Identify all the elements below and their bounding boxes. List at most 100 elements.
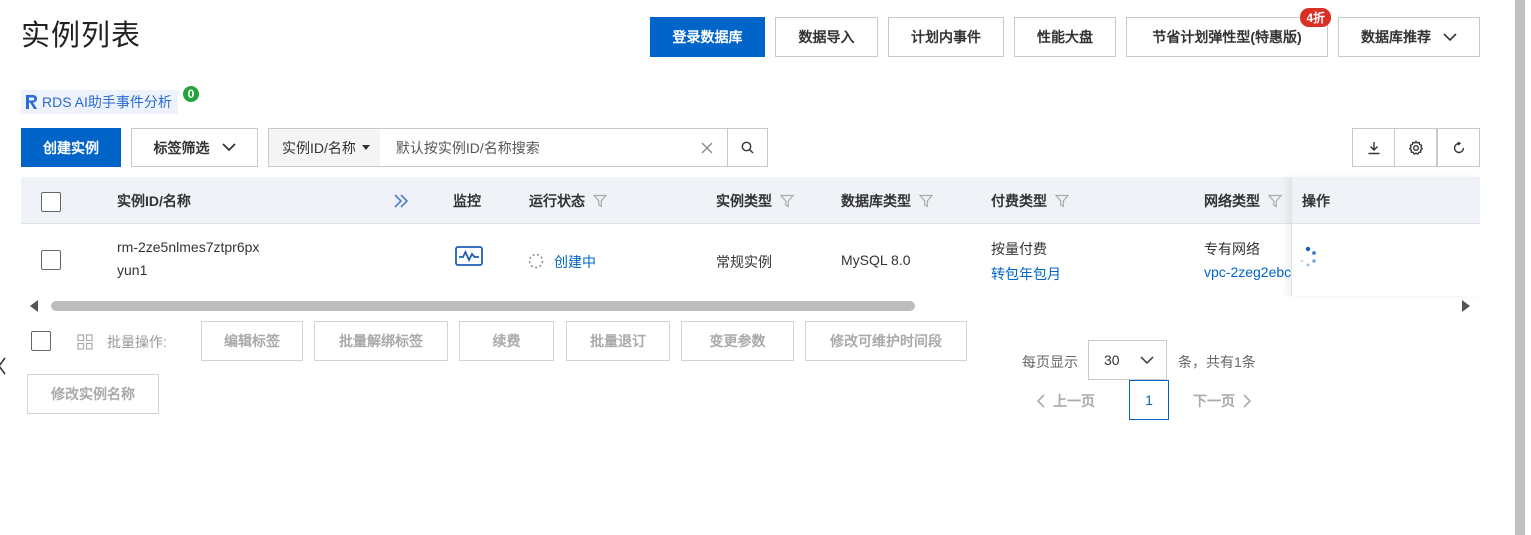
filter-icon[interactable]: [919, 194, 933, 208]
column-network-type: 网络类型: [1204, 191, 1282, 211]
row-checkbox[interactable]: [41, 250, 61, 270]
database-recommend-label: 数据库推荐: [1361, 29, 1431, 45]
page-size-select[interactable]: 30: [1088, 340, 1167, 380]
tag-filter-label: 标签筛选: [153, 139, 210, 156]
bulk-operations-label: 批量操作:: [107, 334, 167, 350]
filter-icon[interactable]: [593, 194, 607, 208]
grid-icon: [77, 334, 93, 350]
discount-badge: 4折: [1300, 8, 1331, 27]
settings-button[interactable]: [1394, 128, 1437, 167]
column-status: 运行状态: [529, 191, 607, 211]
edit-tags-button[interactable]: 编辑标签: [201, 321, 303, 361]
chevron-left-icon: [0, 357, 6, 375]
refresh-icon: [1453, 140, 1464, 153]
column-network-type-label: 网络类型: [1204, 193, 1260, 209]
bulk-operations: 批量操作:: [77, 332, 167, 352]
rename-instance-button[interactable]: 修改实例名称: [27, 374, 159, 414]
tag-filter-dropdown[interactable]: 标签筛选: [131, 128, 258, 167]
download-button[interactable]: [1352, 128, 1395, 167]
gear-icon: [1408, 140, 1423, 155]
chevron-right-icon: [1243, 394, 1251, 408]
page-size-value: 30: [1104, 352, 1120, 368]
horizontal-scrollbar[interactable]: [21, 297, 1480, 314]
ai-event-count-badge: 0: [181, 84, 201, 104]
create-instance-button[interactable]: 创建实例: [21, 128, 121, 167]
download-icon: [1368, 141, 1379, 154]
column-instance-id: 实例ID/名称: [117, 193, 191, 209]
data-import-button[interactable]: 数据导入: [775, 17, 878, 57]
scroll-left-icon[interactable]: [29, 300, 39, 312]
filter-icon[interactable]: [1055, 194, 1069, 208]
filter-icon[interactable]: [780, 194, 794, 208]
refresh-button[interactable]: [1437, 128, 1480, 167]
loading-spinner-icon: [528, 253, 544, 269]
scrollbar-thumb[interactable]: [51, 301, 915, 311]
change-params-button[interactable]: 变更参数: [681, 321, 794, 361]
next-page-button[interactable]: 下一页: [1193, 391, 1251, 411]
planned-events-button[interactable]: 计划内事件: [888, 17, 1004, 57]
prev-page-button[interactable]: 上一页: [1037, 391, 1095, 411]
column-pay-type-label: 付费类型: [991, 193, 1047, 209]
maintenance-window-button[interactable]: 修改可维护时间段: [805, 321, 967, 361]
column-pay-type: 付费类型: [991, 191, 1069, 211]
filter-icon[interactable]: [1268, 194, 1282, 208]
table-header: 实例ID/名称 监控 运行状态 实例类型 数据库类型 付费类型 网络类型: [21, 177, 1480, 224]
sidebar-collapse-toggle[interactable]: [0, 346, 10, 386]
next-page-label: 下一页: [1193, 393, 1235, 409]
column-instance-type: 实例类型: [716, 191, 794, 211]
bulk-select-checkbox[interactable]: [31, 331, 51, 351]
ai-assistant-link[interactable]: RDS AI助手事件分析: [21, 90, 178, 114]
db-type-cell: MySQL 8.0: [841, 252, 911, 268]
scroll-right-icon[interactable]: [1461, 300, 1471, 312]
savings-plan-label: 节省计划弹性型(特惠版): [1152, 29, 1302, 45]
network-type-cell: 专有网络: [1204, 241, 1260, 257]
monitor-chart-icon[interactable]: [455, 246, 483, 266]
caret-down-icon: [361, 145, 370, 150]
column-monitor: 监控: [453, 193, 481, 209]
vertical-scrollbar-thumb[interactable]: [1515, 0, 1525, 535]
savings-plan-button[interactable]: 节省计划弹性型(特惠版) 4折: [1126, 8, 1331, 57]
search-box: 实例ID/名称: [268, 128, 768, 167]
chevron-down-icon: [1140, 355, 1154, 364]
performance-dashboard-button[interactable]: 性能大盘: [1014, 17, 1116, 57]
page-size-label: 每页显示: [1022, 354, 1078, 370]
instance-type-cell: 常规实例: [716, 254, 772, 270]
column-actions: 操作: [1302, 193, 1330, 209]
search-type-select[interactable]: 实例ID/名称: [269, 129, 380, 166]
convert-subscription-link[interactable]: 转包年包月: [991, 264, 1061, 284]
status-text: 创建中: [554, 254, 596, 270]
column-db-type: 数据库类型: [841, 191, 933, 211]
chevron-down-icon: [221, 143, 236, 152]
ai-assistant-label: RDS AI助手事件分析: [42, 94, 172, 110]
batch-unsubscribe-button[interactable]: 批量退订: [566, 321, 670, 361]
chevron-down-icon: [1443, 32, 1457, 41]
select-all-checkbox[interactable]: [41, 192, 61, 212]
search-icon: [741, 141, 754, 154]
page-number-current[interactable]: 1: [1129, 380, 1169, 420]
instance-id-link[interactable]: rm-2ze5nlmes7ztpr6px: [117, 239, 259, 255]
unbind-tags-button[interactable]: 批量解绑标签: [314, 321, 448, 361]
renew-button[interactable]: 续费: [459, 321, 554, 361]
column-instance-type-label: 实例类型: [716, 193, 772, 209]
page-title: 实例列表: [21, 20, 142, 52]
login-database-button[interactable]: 登录数据库: [650, 17, 765, 57]
double-chevron-right-icon[interactable]: [393, 194, 409, 208]
database-recommend-dropdown[interactable]: 数据库推荐: [1338, 17, 1480, 57]
search-type-label: 实例ID/名称: [282, 139, 356, 156]
loading-spinner-icon: [1300, 246, 1316, 267]
total-count: 条，共有1条: [1178, 354, 1256, 370]
column-status-label: 运行状态: [529, 193, 585, 209]
prev-page-label: 上一页: [1053, 393, 1095, 409]
column-db-type-label: 数据库类型: [841, 193, 911, 209]
search-button[interactable]: [727, 129, 767, 166]
vertical-scrollbar[interactable]: [1514, 0, 1531, 535]
instance-name: yun1: [117, 262, 148, 278]
actions-column: 操作: [1291, 177, 1480, 296]
chevron-left-icon: [1037, 394, 1045, 408]
clear-icon[interactable]: [687, 142, 727, 154]
vpc-link[interactable]: vpc-2zeg2ebc: [1204, 264, 1292, 280]
search-input[interactable]: [379, 129, 687, 166]
rds-logo-icon: [26, 95, 37, 109]
table-row: rm-2ze5nlmes7ztpr6px yun1 创建中 常规实例 MySQL…: [21, 224, 1480, 296]
pay-type-cell: 按量付费: [991, 241, 1047, 257]
